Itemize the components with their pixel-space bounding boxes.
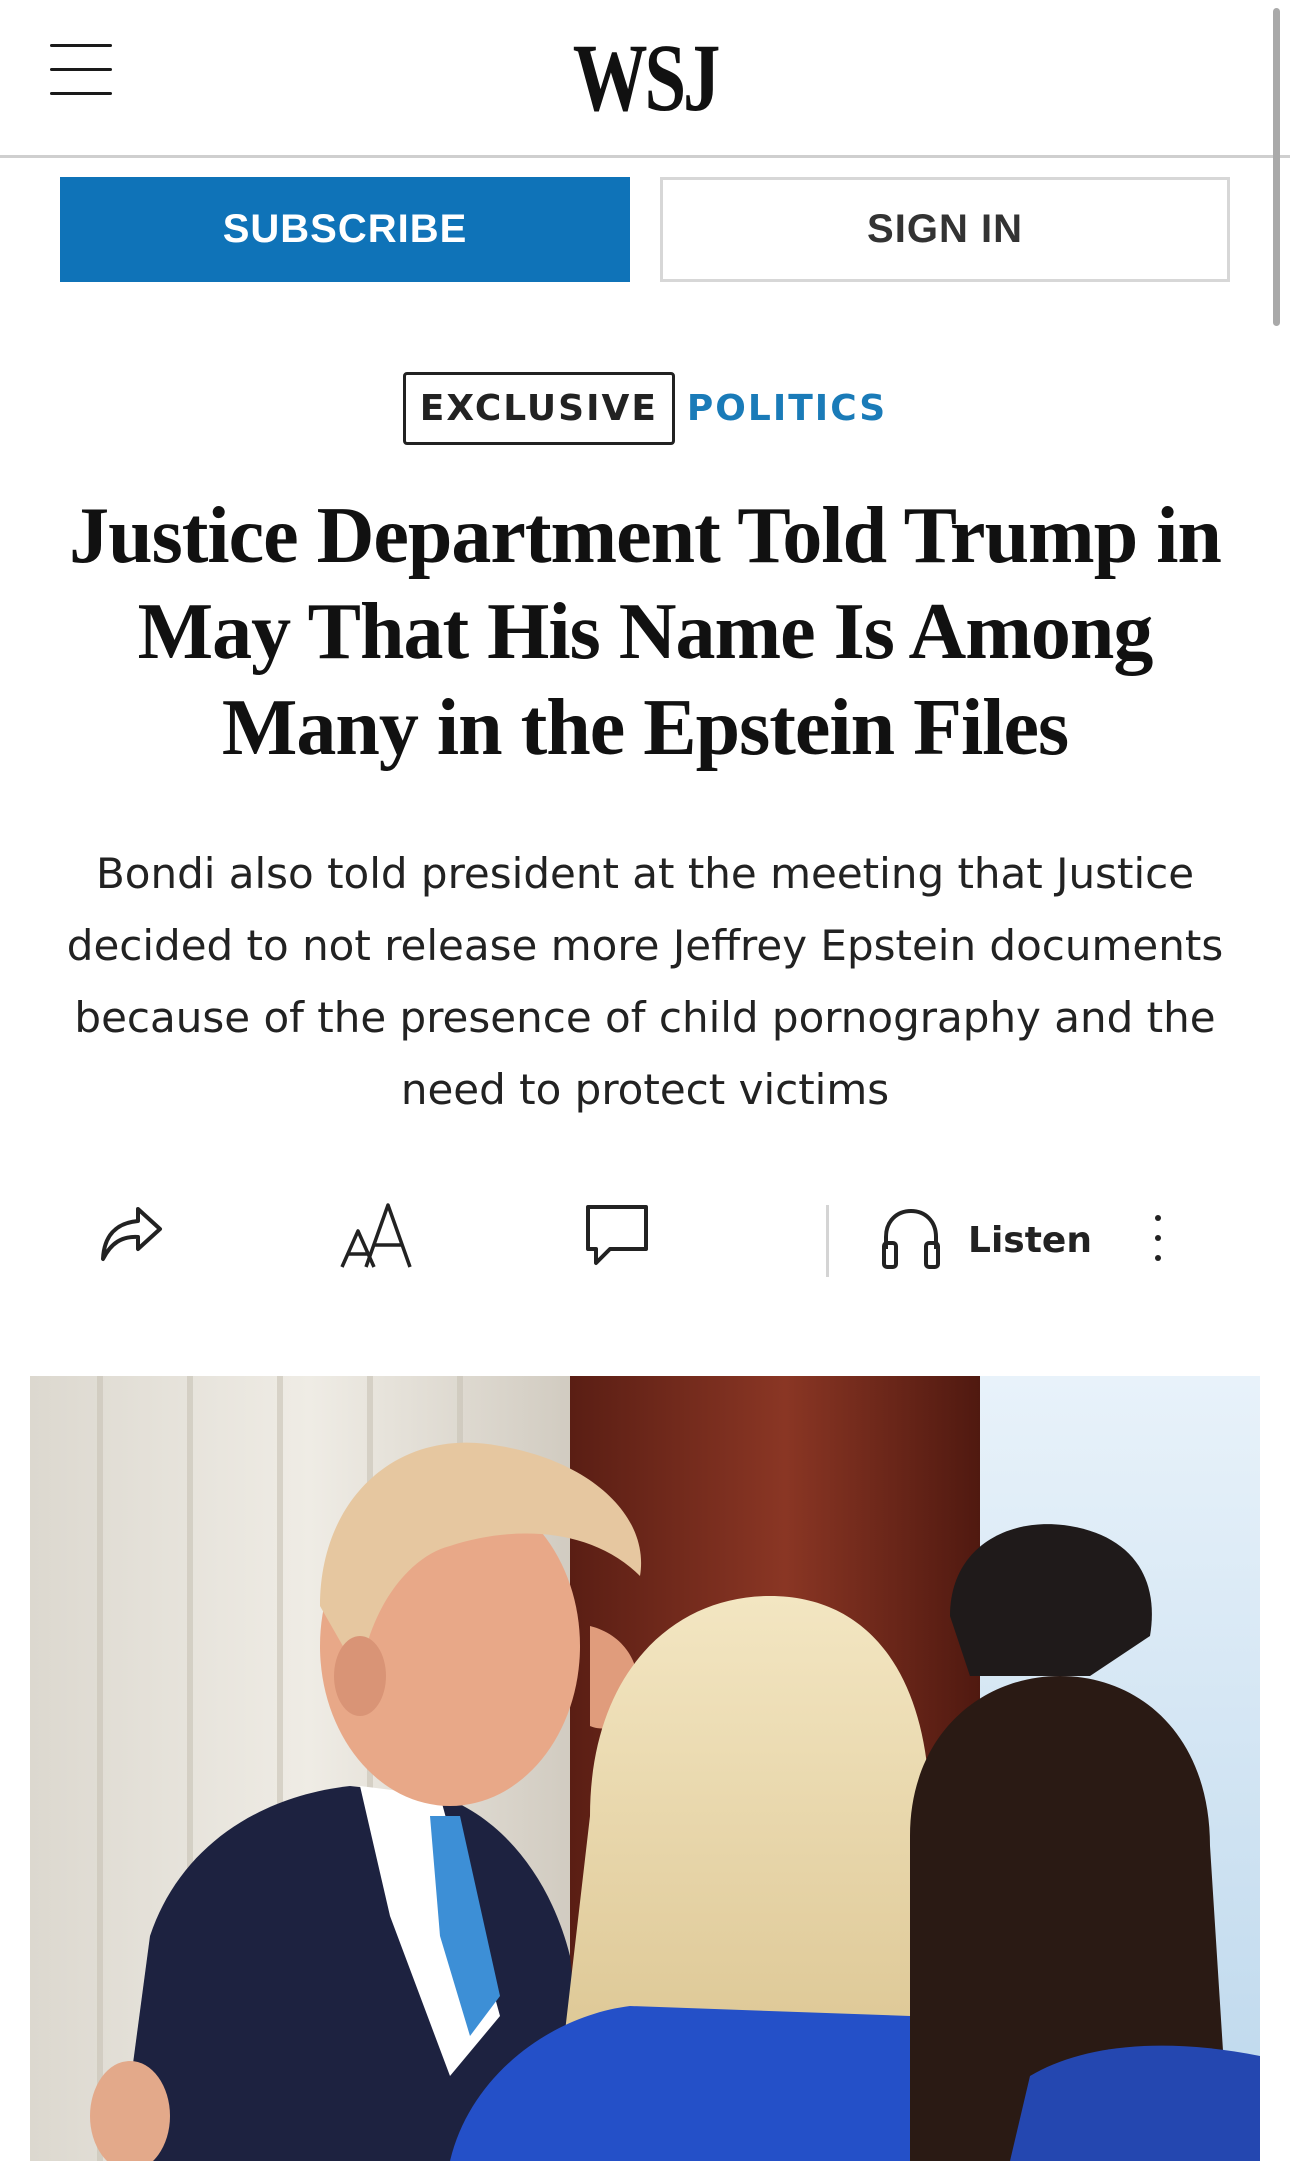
menu-line xyxy=(50,68,112,71)
dot xyxy=(1155,1215,1161,1221)
subscribe-button[interactable]: SUBSCRIBE xyxy=(60,177,630,282)
share-icon[interactable] xyxy=(98,1203,164,1270)
hamburger-menu-icon[interactable] xyxy=(50,44,112,96)
dot xyxy=(1155,1255,1161,1261)
comment-icon[interactable] xyxy=(584,1203,650,1272)
sign-in-button[interactable]: SIGN IN xyxy=(660,177,1230,282)
article-toolbar: Listen xyxy=(0,1195,1290,1285)
listen-label: Listen xyxy=(968,1219,1092,1261)
exclusive-badge: EXCLUSIVE xyxy=(402,372,675,445)
article-page: WSJ SUBSCRIBE SIGN IN EXCLUSIVE POLITICS… xyxy=(0,0,1290,2161)
listen-button[interactable]: Listen xyxy=(880,1205,1092,1275)
article-photo[interactable] xyxy=(30,1376,1260,2161)
menu-line xyxy=(50,44,112,47)
section-link[interactable]: POLITICS xyxy=(687,388,887,429)
menu-line xyxy=(50,92,112,95)
wsj-logo[interactable]: WSJ xyxy=(142,22,1148,133)
toolbar-divider xyxy=(826,1205,829,1277)
article-dek: Bondi also told president at the meeting… xyxy=(66,849,1224,1114)
site-header: WSJ xyxy=(0,0,1290,326)
photo-illustration xyxy=(30,1376,1260,2161)
text-size-icon[interactable] xyxy=(338,1197,414,1278)
dot xyxy=(1155,1235,1161,1241)
more-vertical-icon[interactable] xyxy=(1146,1213,1170,1267)
article-headline: Justice Department Told Trump in May Tha… xyxy=(69,492,1222,772)
scrollbar[interactable] xyxy=(1273,8,1280,326)
article-tags: EXCLUSIVE POLITICS xyxy=(0,372,1290,445)
headphones-icon xyxy=(880,1205,942,1276)
